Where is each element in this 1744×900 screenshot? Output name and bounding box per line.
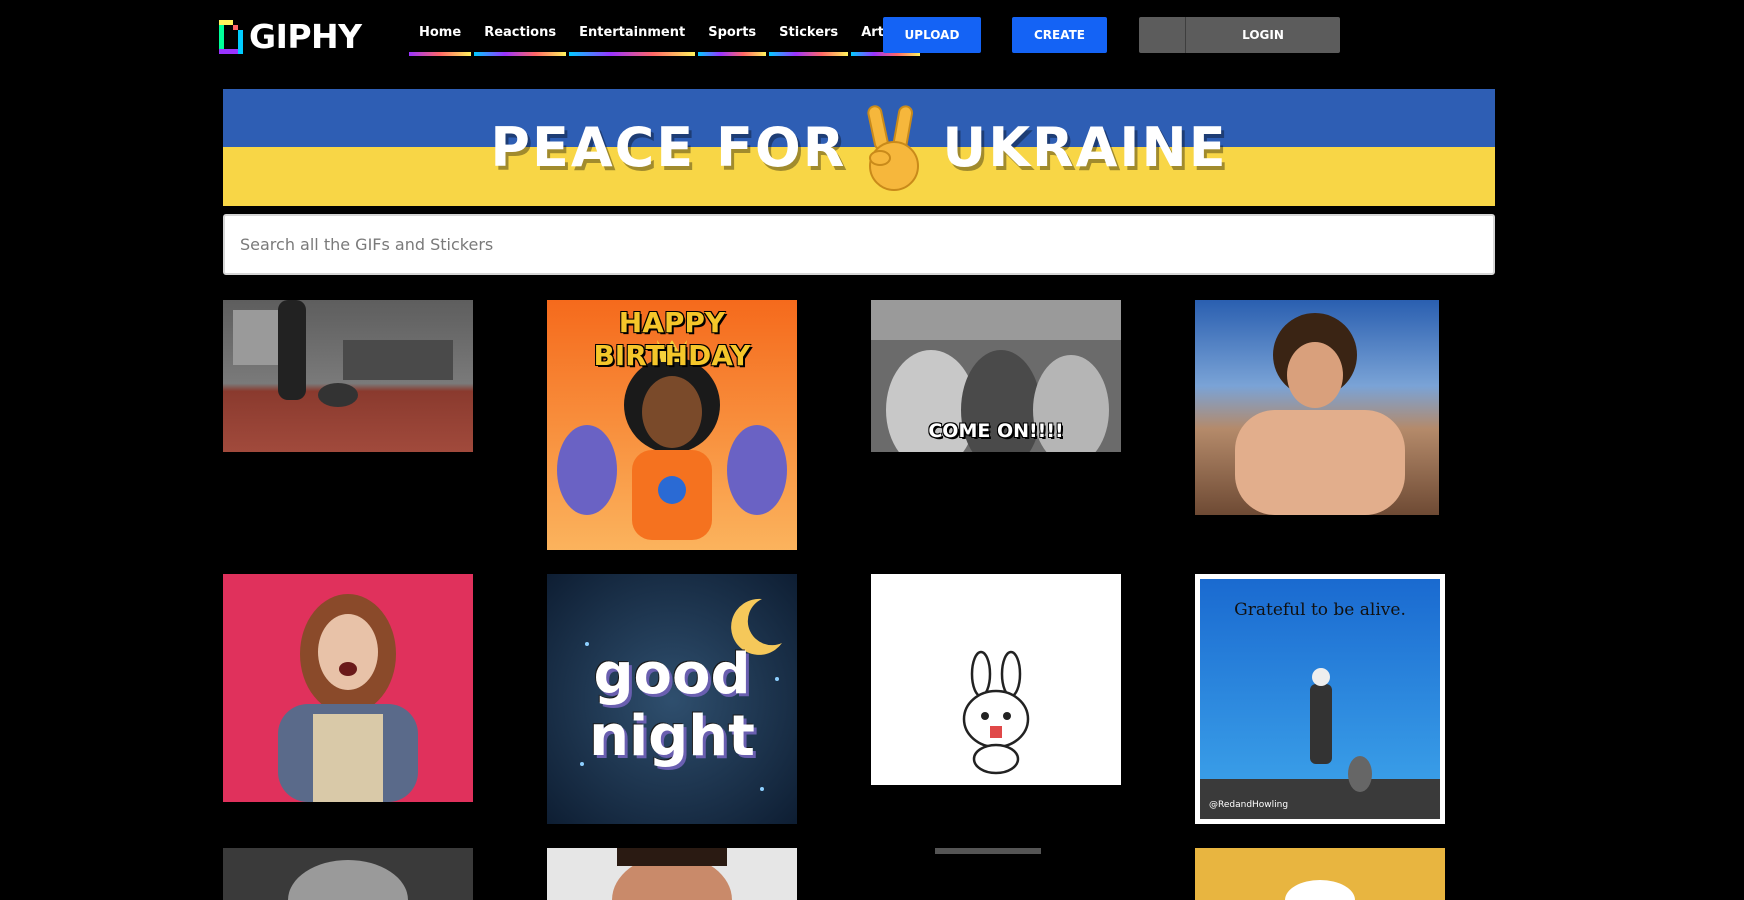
- gif-good-night[interactable]: good night: [547, 574, 797, 824]
- login-area: LOGIN: [1139, 17, 1340, 53]
- giphy-logo-icon: [219, 20, 243, 54]
- gif-row3-3[interactable]: [935, 848, 1041, 854]
- nav-stickers-label: Stickers: [779, 25, 839, 40]
- gif-grateful-caption: Grateful to be alive.: [1234, 600, 1406, 620]
- nav-home-label: Home: [419, 25, 462, 40]
- nav-sports[interactable]: Sports: [698, 18, 767, 56]
- nav-sports-label: Sports: [708, 25, 757, 40]
- nav-entertainment[interactable]: Entertainment: [569, 18, 696, 56]
- gif-excited-woman[interactable]: [223, 574, 473, 802]
- nav-home[interactable]: Home: [409, 18, 472, 56]
- banner-content: PEACE FOR UKRAINE: [223, 89, 1495, 206]
- logo-text: GIPHY: [249, 17, 362, 56]
- gif-bunny-sticker[interactable]: [871, 574, 1121, 785]
- gif-happy-birthday[interactable]: HAPPY BIRTHDAY: [547, 300, 797, 550]
- search-input[interactable]: [225, 216, 1493, 273]
- nav-underline: [769, 52, 849, 56]
- gif-row3-1[interactable]: [223, 848, 473, 900]
- nav-entertainment-label: Entertainment: [579, 25, 686, 40]
- gif-come-on-caption: COME ON!!!!: [928, 420, 1064, 442]
- nav-underline: [474, 52, 567, 56]
- create-button[interactable]: CREATE: [1012, 17, 1107, 53]
- gif-bunny-image: [871, 574, 1121, 785]
- gif-birthday-caption: HAPPY BIRTHDAY: [593, 306, 751, 372]
- gif-row3-2-image: [547, 848, 797, 900]
- banner-text-left: PEACE FOR: [490, 116, 847, 179]
- gif-come-on[interactable]: COME ON!!!!: [871, 300, 1121, 452]
- gif-row3-1-image: [223, 848, 473, 900]
- giphy-page: GIPHY Home Reactions Entertainment Sport…: [0, 0, 1744, 900]
- gif-woman-image: [223, 574, 473, 802]
- nav-underline: [698, 52, 767, 56]
- gif-good-night-caption: good night: [589, 642, 755, 769]
- banner-text-right: UKRAINE: [942, 116, 1228, 179]
- peace-hand-icon: [867, 104, 920, 191]
- gif-grateful-credit: @RedandHowling: [1209, 800, 1289, 810]
- nav-stickers[interactable]: Stickers: [769, 18, 849, 56]
- nav-reactions-label: Reactions: [484, 25, 557, 40]
- gif-row3-2[interactable]: [547, 848, 797, 900]
- avatar[interactable]: [1139, 17, 1186, 53]
- gif-shirtless-image: [1195, 300, 1439, 515]
- gif-row3-4-image: [1195, 848, 1445, 900]
- gif-row3-3-image: [935, 848, 1041, 854]
- gif-gym-bag[interactable]: [223, 300, 473, 452]
- gif-grateful[interactable]: Grateful to be alive. @RedandHowling: [1195, 574, 1445, 824]
- giphy-logo[interactable]: GIPHY: [219, 18, 362, 56]
- main-nav: Home Reactions Entertainment Sports Stic…: [409, 18, 921, 56]
- gif-gym-image: [223, 300, 473, 452]
- gif-row3-4[interactable]: [1195, 848, 1445, 900]
- nav-underline: [409, 52, 472, 56]
- nav-reactions[interactable]: Reactions: [474, 18, 567, 56]
- login-button[interactable]: LOGIN: [1186, 17, 1340, 53]
- gif-shirtless-man[interactable]: [1195, 300, 1439, 515]
- ukraine-banner[interactable]: PEACE FOR UKRAINE: [223, 89, 1495, 206]
- search-bar: [223, 214, 1495, 275]
- upload-button[interactable]: UPLOAD: [883, 17, 981, 53]
- nav-underline: [569, 52, 696, 56]
